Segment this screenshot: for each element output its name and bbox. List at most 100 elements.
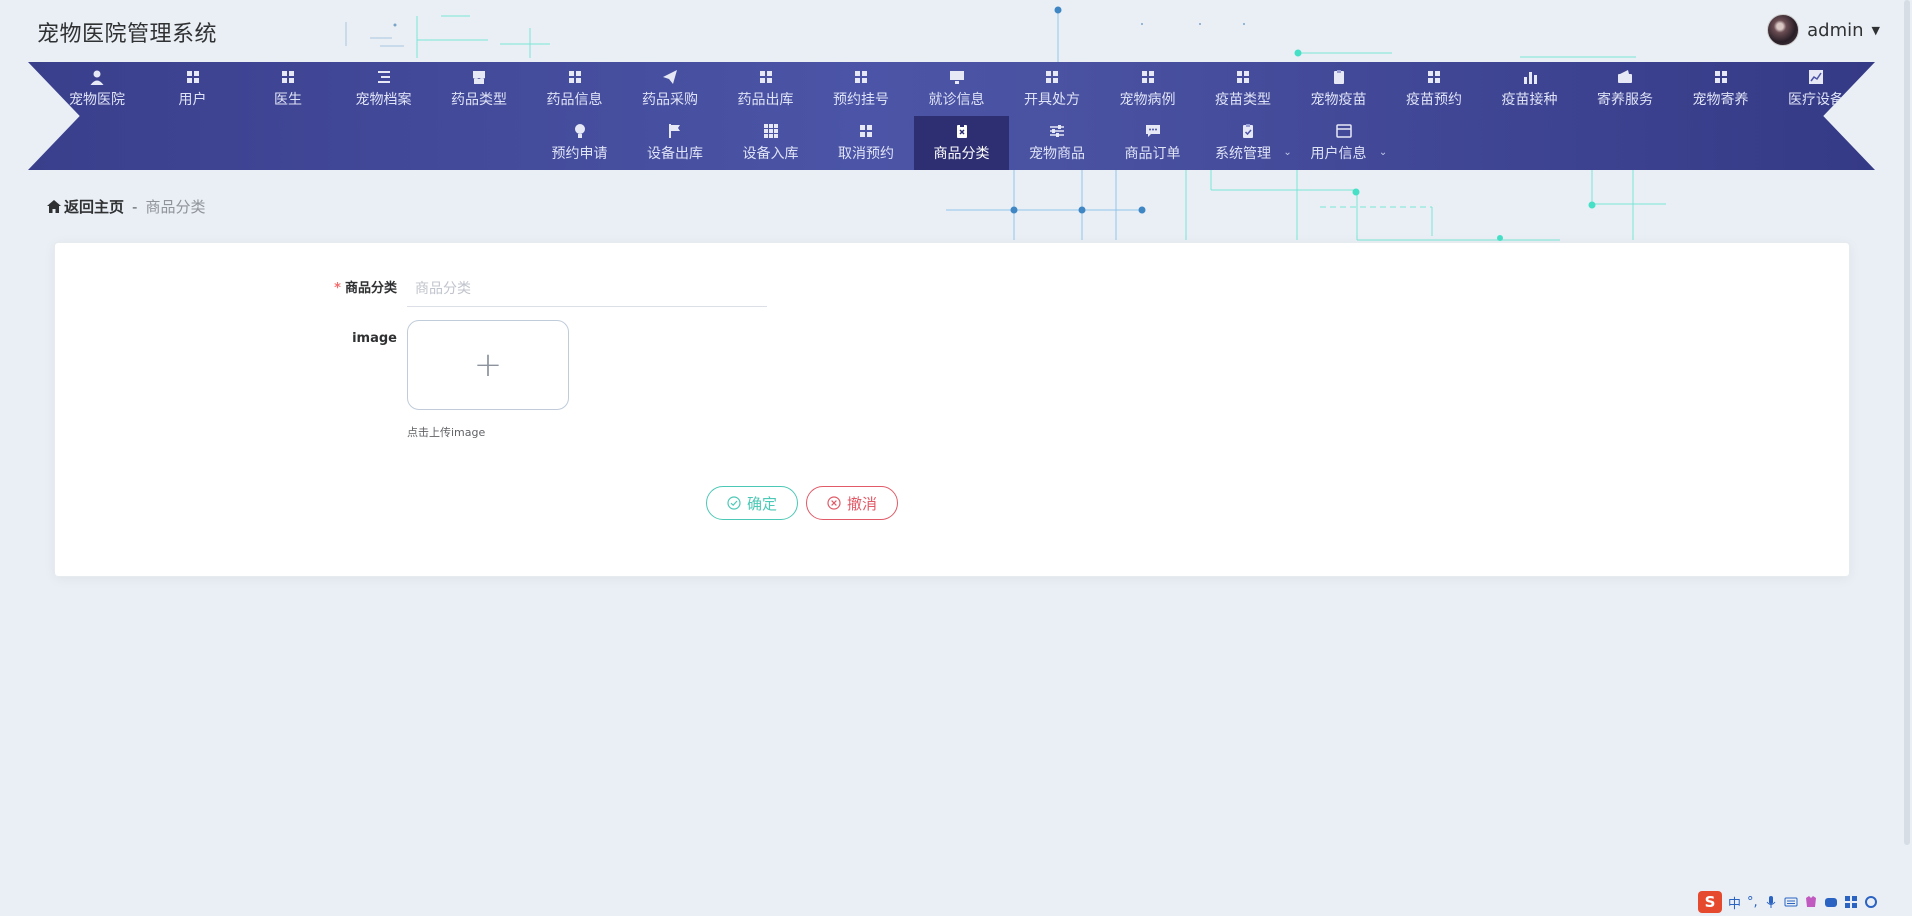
upload-tip: 点击上传image (407, 426, 486, 439)
grid-icon (1046, 71, 1058, 83)
nav-item-label: 药品采购 (642, 92, 698, 108)
nav-item-row1-7[interactable]: 药品出库 (718, 62, 814, 116)
shop-icon (473, 71, 485, 84)
nav-item-row2-8[interactable]: 用户信息 ⌄ (1296, 116, 1392, 170)
nav-item-row1-3[interactable]: 宠物档案 (336, 62, 432, 116)
nav-item-label: 宠物档案 (355, 92, 412, 108)
confirm-button[interactable]: 确定 (706, 486, 799, 520)
image-upload-button[interactable]: + (407, 320, 569, 410)
nav-item-label: 药品信息 (546, 92, 603, 108)
category-input[interactable] (407, 271, 767, 307)
monitor-icon (949, 71, 964, 84)
vertical-scrollbar[interactable] (1904, 0, 1910, 845)
bulb-icon (574, 124, 585, 138)
nav-item-row1-5[interactable]: 药品信息 (527, 62, 623, 116)
nav-item-row1-17[interactable]: 宠物寄养 (1673, 62, 1769, 116)
toolbox-icon[interactable] (1824, 895, 1838, 909)
nav-item-row2-5[interactable]: 宠物商品 (1009, 116, 1105, 170)
settings-icon[interactable] (1864, 895, 1878, 909)
nav-item-label: 疫苗接种 (1501, 92, 1558, 108)
bar-chart-icon (1523, 72, 1537, 84)
nav-item-row2-1[interactable]: 设备出库 (627, 116, 723, 170)
user-menu[interactable]: admin ▼ (1767, 14, 1880, 46)
nav-item-label: 取消预约 (838, 146, 894, 162)
nav-item-label: 宠物疫苗 (1310, 92, 1367, 108)
app-title: 宠物医院管理系统 (37, 22, 218, 47)
required-asterisk: * (334, 281, 341, 296)
sogou-ime-icon[interactable]: S (1698, 891, 1722, 913)
nav-item-row2-2[interactable]: 设备入库 (723, 116, 819, 170)
caret-down-icon[interactable]: ▼ (1872, 24, 1880, 37)
confirm-label: 确定 (747, 494, 778, 513)
home-icon (47, 200, 61, 213)
nav-item-label: 就诊信息 (928, 92, 985, 108)
skin-icon[interactable] (1804, 895, 1818, 909)
chevron-down-icon[interactable]: ⌄ (1379, 147, 1387, 158)
clipboard-icon (1333, 70, 1344, 84)
nav-item-row1-6[interactable]: 药品采购 (622, 62, 718, 116)
nav-item-row1-12[interactable]: 疫苗类型 (1195, 62, 1291, 116)
nav-item-row1-16[interactable]: 寄养服务 (1577, 62, 1673, 116)
close-circle-icon (827, 496, 841, 510)
nav-item-row1-13[interactable]: 宠物疫苗 (1291, 62, 1387, 116)
breadcrumb: 返回主页 - 商品分类 (47, 196, 205, 217)
avatar[interactable] (1767, 14, 1800, 46)
nav-item-label: 药品类型 (451, 92, 507, 108)
nav-item-label: 开具处方 (1024, 92, 1080, 108)
plus-icon: + (473, 345, 503, 385)
nav-item-label: 宠物寄养 (1692, 92, 1749, 108)
nav-item-row2-3[interactable]: 取消预约 (818, 116, 914, 170)
grid-icon (1141, 71, 1154, 83)
nav-item-row1-15[interactable]: 疫苗接种 (1482, 62, 1578, 116)
nav-item-label: 宠物病例 (1119, 92, 1176, 108)
nav-item-row1-0[interactable]: 宠物医院 (49, 62, 145, 116)
nav-item-label: 宠物医院 (69, 92, 125, 108)
nav-item-row1-9[interactable]: 就诊信息 (909, 62, 1005, 116)
line-chart-icon (1809, 70, 1823, 84)
nav-item-label: 商品订单 (1124, 146, 1181, 162)
nav-item-label: 宠物商品 (1029, 146, 1085, 162)
nav-item-row1-14[interactable]: 疫苗预约 (1386, 62, 1482, 116)
user-name[interactable]: admin (1807, 20, 1863, 41)
nav-item-label: 设备出库 (647, 146, 703, 162)
nav-item-label: 疫苗预约 (1406, 92, 1462, 108)
nav-item-label: 医生 (274, 92, 302, 108)
nav-item-label: 预约挂号 (833, 92, 889, 108)
grid-icon (759, 71, 772, 83)
punctuation-icon[interactable]: °, (1747, 895, 1758, 910)
grid9-icon (763, 124, 778, 138)
nav-item-label: 预约申请 (551, 146, 608, 162)
microphone-icon[interactable] (1764, 895, 1778, 909)
nav-item-row2-6[interactable]: 商品订单 (1105, 116, 1201, 170)
nav-item-row2-0[interactable]: 预约申请 (532, 116, 628, 170)
breadcrumb-home-label[interactable]: 返回主页 (64, 196, 124, 217)
ime-language[interactable]: 中 (1728, 893, 1741, 912)
nav-item-row1-4[interactable]: 药品类型 (431, 62, 527, 116)
breadcrumb-home-link[interactable]: 返回主页 (47, 196, 124, 217)
nav-item-row2-7[interactable]: 系统管理 ⌄ (1200, 116, 1296, 170)
nav-item-row1-2[interactable]: 医生 (240, 62, 336, 116)
form-row-image: image + 点击上传image (55, 319, 569, 440)
nav-row-primary: 宠物医院 用户 医生 宠物档案 药品类型 药品信息 药品采购 药品出库 预约挂号 就诊信息 开具处方… (28, 62, 1875, 116)
cancel-button[interactable]: 撤消 (806, 486, 899, 520)
chevron-down-icon[interactable]: ⌄ (1283, 147, 1291, 158)
category-label-text: 商品分类 (344, 281, 397, 296)
keyboard-icon[interactable] (1784, 895, 1798, 909)
clipboard-x-icon (956, 124, 967, 138)
grid-menu-icon[interactable] (1844, 895, 1858, 909)
grid-icon (860, 125, 872, 137)
grid-icon (1237, 71, 1249, 83)
nav-item-row2-4[interactable]: 商品分类 (913, 116, 1010, 170)
nav-item-row1-10[interactable]: 开具处方 (1004, 62, 1100, 116)
nav-item-row1-11[interactable]: 宠物病例 (1100, 62, 1196, 116)
card-icon (1335, 124, 1352, 138)
list-icon (377, 71, 390, 83)
chat-icon (1145, 125, 1160, 137)
category-label: * 商品分类 (55, 269, 407, 309)
nav-row-secondary: 预约申请 设备出库 设备入库 取消预约 商品分类 宠物商品 商品订单 系统管理 ⌄ 用户信息 ⌄ (28, 116, 1875, 170)
nav-item-row1-1[interactable]: 用户 (145, 62, 241, 116)
nav-item-row1-18[interactable]: 医疗设备 (1768, 62, 1864, 116)
grid-icon (568, 71, 581, 83)
form-actions: 确定 撤消 (706, 486, 899, 520)
nav-item-row1-8[interactable]: 预约挂号 (813, 62, 909, 116)
